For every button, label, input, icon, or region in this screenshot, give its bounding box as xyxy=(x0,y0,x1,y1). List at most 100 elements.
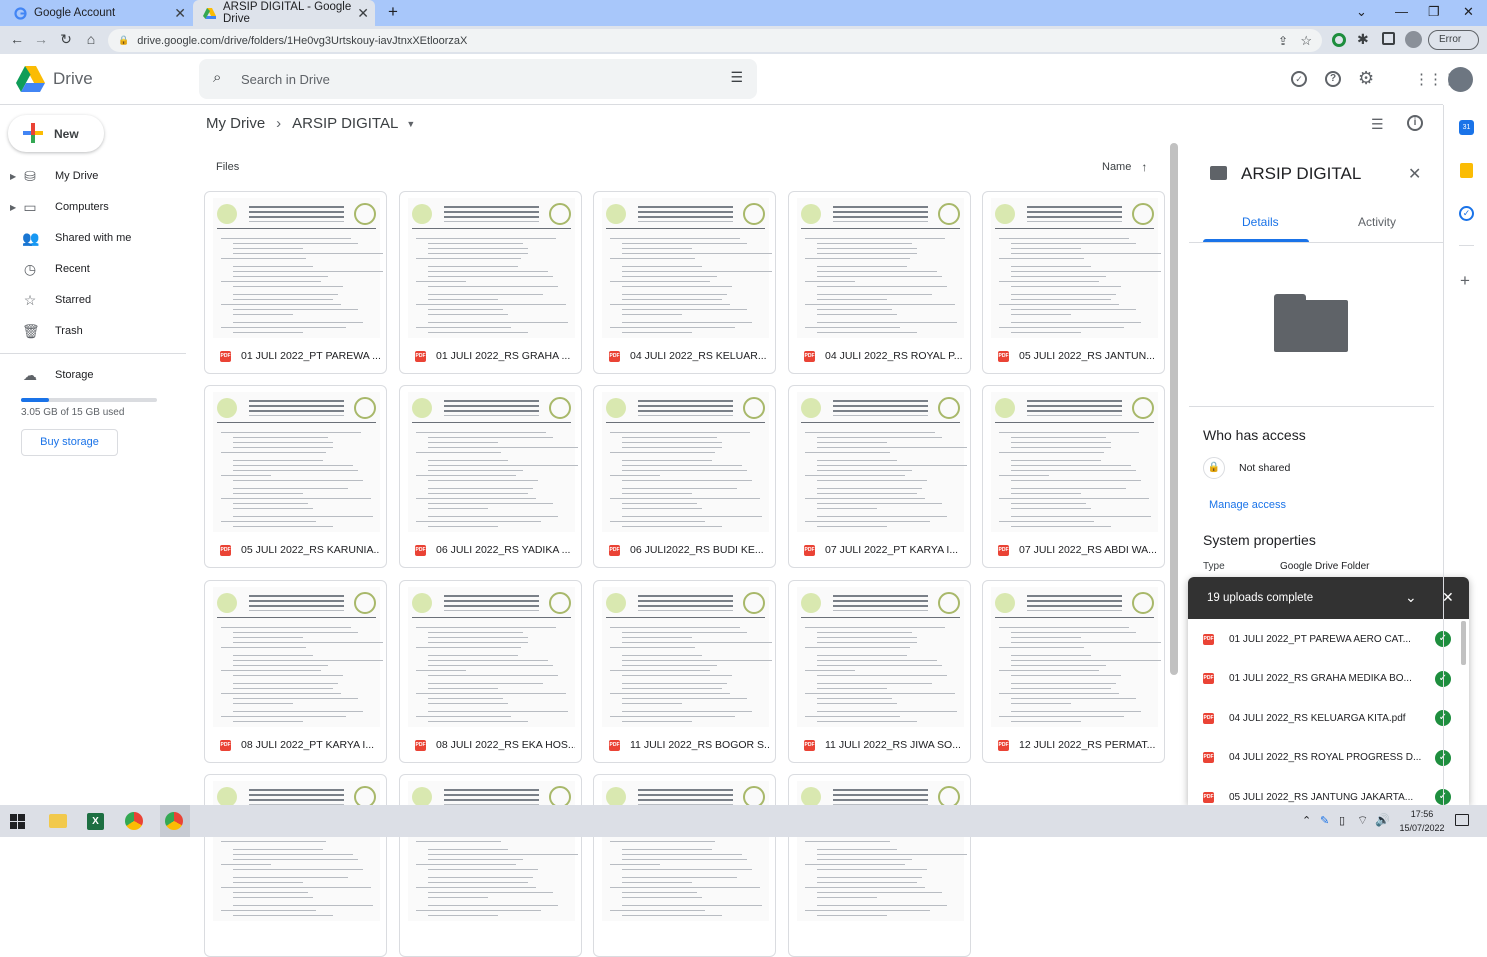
offline-ready-icon[interactable]: ✓ xyxy=(1291,71,1307,87)
file-card[interactable]: PDF 05 JULI 2022_RS JANTUN... xyxy=(982,191,1165,374)
file-explorer-icon[interactable] xyxy=(49,814,67,828)
home-icon[interactable]: ⌂ xyxy=(84,32,98,46)
windows-start-icon[interactable] xyxy=(10,814,25,832)
upload-item[interactable]: PDF 04 JULI 2022_RS KELUARGA KITA.pdf ✓ xyxy=(1188,698,1461,738)
extensions-puzzle-icon[interactable]: ✱ xyxy=(1357,31,1369,48)
buy-storage-button[interactable]: Buy storage xyxy=(21,429,118,456)
back-arrow-icon[interactable]: ← xyxy=(10,32,24,46)
upload-item[interactable]: PDF 01 JULI 2022_RS GRAHA MEDIKA BO... ✓ xyxy=(1188,659,1461,699)
new-tab-icon[interactable]: + xyxy=(388,2,398,22)
collapse-chevron-icon[interactable]: ⌄ xyxy=(1405,589,1417,606)
bookmark-star-icon[interactable]: ☆ xyxy=(1300,33,1312,49)
file-card[interactable]: PDF 12 JULI 2022_RS PERMAT... xyxy=(982,580,1165,763)
file-card[interactable]: PDF 07 JULI 2022_PT KARYA I... xyxy=(788,385,971,568)
file-card[interactable]: PDF 08 JULI 2022_PT KARYA I... xyxy=(204,580,387,763)
file-card[interactable]: PDF 11 JULI 2022_RS JIWA SO... xyxy=(788,580,971,763)
notifications-icon[interactable] xyxy=(1455,814,1469,826)
reload-icon[interactable]: ↻ xyxy=(59,32,73,46)
file-card[interactable] xyxy=(399,774,582,957)
drive-logo-icon[interactable] xyxy=(16,66,45,95)
sidebar-item-shared-with-me[interactable]: 👥 Shared with me xyxy=(0,224,186,252)
pdf-thumbnail xyxy=(602,781,769,921)
breadcrumb-my-drive[interactable]: My Drive xyxy=(206,115,265,132)
upload-item[interactable]: PDF 05 JULI 2022_RS JANTUNG JAKARTA... ✓ xyxy=(1188,777,1461,805)
sidebar-item-starred[interactable]: ☆ Starred xyxy=(0,286,186,314)
sidebar-item-recent[interactable]: ◷ Recent xyxy=(0,255,186,283)
tab-activity[interactable]: Activity xyxy=(1358,215,1396,229)
file-card[interactable]: PDF 01 JULI 2022_RS GRAHA ... xyxy=(399,191,582,374)
pdf-file-icon: PDF xyxy=(415,739,426,751)
sidebar-item-label: Recent xyxy=(55,263,90,275)
file-card[interactable]: PDF 05 JULI 2022_RS KARUNIA... xyxy=(204,385,387,568)
clock-date[interactable]: 15/07/2022 xyxy=(1394,823,1450,833)
close-tab-icon[interactable]: ✕ xyxy=(357,5,369,22)
address-bar[interactable]: 🔒 drive.google.com/drive/folders/1He0vg3… xyxy=(108,29,1322,52)
profile-avatar-icon[interactable] xyxy=(1405,31,1422,48)
details-title: ARSIP DIGITAL xyxy=(1241,164,1362,183)
expand-arrow-icon[interactable]: ▶ xyxy=(10,172,16,181)
sidebar-item-trash[interactable]: 🗑 Trash xyxy=(0,317,186,345)
sidebar-item-my-drive[interactable]: ▶ ⛁ My Drive xyxy=(0,162,186,190)
settings-gear-icon[interactable]: ⚙ xyxy=(1358,68,1374,89)
search-box[interactable]: ⌕ Search in Drive ☰ xyxy=(199,59,757,99)
folder-dropdown-icon[interactable]: ▼ xyxy=(406,119,415,129)
manage-access-link[interactable]: Manage access xyxy=(1209,499,1286,511)
upload-item[interactable]: PDF 01 JULI 2022_PT PAREWA AERO CAT... ✓ xyxy=(1188,619,1461,659)
file-name: PDF 05 JULI 2022_RS JANTUN... xyxy=(998,350,1158,362)
file-card[interactable] xyxy=(788,774,971,957)
sort-by-name-button[interactable]: Name ↑ xyxy=(1102,160,1147,174)
excel-icon[interactable]: X xyxy=(87,813,104,830)
tasks-icon[interactable]: ✓ xyxy=(1459,206,1474,221)
help-icon[interactable]: ? xyxy=(1325,71,1341,87)
file-card[interactable]: PDF 08 JULI 2022_RS EKA HOS... xyxy=(399,580,582,763)
extension-icon[interactable] xyxy=(1332,33,1346,47)
volume-icon[interactable]: 🔊 xyxy=(1375,813,1390,827)
file-card[interactable]: PDF 04 JULI 2022_RS ROYAL P... xyxy=(788,191,971,374)
minimize-window-icon[interactable]: — xyxy=(1395,4,1408,19)
account-avatar[interactable] xyxy=(1448,67,1473,92)
expand-arrow-icon[interactable]: ▶ xyxy=(10,203,16,212)
chrome-icon[interactable] xyxy=(165,812,183,830)
file-card[interactable] xyxy=(593,774,776,957)
upload-item[interactable]: PDF 04 JULI 2022_RS ROYAL PROGRESS D... ✓ xyxy=(1188,738,1461,778)
add-addon-icon[interactable]: + xyxy=(1460,271,1470,291)
info-icon[interactable]: i xyxy=(1407,115,1423,131)
wifi-icon[interactable]: ⌔ xyxy=(1357,813,1368,828)
tray-app-icon[interactable]: ✎ xyxy=(1320,814,1329,827)
file-card[interactable]: PDF 06 JULI2022_RS BUDI KE... xyxy=(593,385,776,568)
scrollbar[interactable] xyxy=(1170,143,1178,675)
side-panel-icon[interactable] xyxy=(1382,32,1395,45)
search-options-icon[interactable]: ☰ xyxy=(730,69,743,86)
tab-details[interactable]: Details xyxy=(1242,215,1279,229)
close-tab-icon[interactable]: ✕ xyxy=(174,5,186,22)
share-icon[interactable]: ⇪ xyxy=(1278,34,1288,48)
clock-time[interactable]: 17:56 xyxy=(1398,809,1446,819)
list-layout-icon[interactable]: ☰ xyxy=(1371,116,1384,133)
calendar-icon[interactable]: 31 xyxy=(1459,120,1474,135)
forward-arrow-icon[interactable]: → xyxy=(34,32,48,46)
close-details-icon[interactable]: ✕ xyxy=(1408,164,1421,184)
file-card[interactable] xyxy=(204,774,387,957)
sidebar-item-storage[interactable]: ☁ Storage xyxy=(0,361,186,389)
profile-error-button[interactable]: Error xyxy=(1428,30,1479,50)
sidebar-item-computers[interactable]: ▶ ▭ Computers xyxy=(0,193,186,221)
google-favicon-icon xyxy=(14,6,27,20)
restore-window-icon[interactable]: ❐ xyxy=(1428,4,1440,20)
chrome-icon[interactable] xyxy=(125,812,143,830)
file-name: PDF 12 JULI 2022_RS PERMAT... xyxy=(998,739,1158,751)
battery-icon[interactable]: ▯ xyxy=(1339,814,1345,827)
browser-tab-google-account[interactable]: Google Account ✕ xyxy=(4,0,192,26)
browser-tab-arsip-digital[interactable]: ARSIP DIGITAL - Google Drive ✕ xyxy=(193,0,375,26)
file-card[interactable]: PDF 04 JULI 2022_RS KELUAR... xyxy=(593,191,776,374)
new-button[interactable]: New xyxy=(8,115,104,152)
file-card[interactable]: PDF 01 JULI 2022_PT PAREWA ... xyxy=(204,191,387,374)
tab-search-chevron-icon[interactable]: ⌄ xyxy=(1356,4,1367,20)
breadcrumb-current-folder[interactable]: ARSIP DIGITAL xyxy=(292,115,398,132)
keep-icon[interactable] xyxy=(1460,163,1473,178)
file-card[interactable]: PDF 06 JULI 2022_RS YADIKA ... xyxy=(399,385,582,568)
file-card[interactable]: PDF 11 JULI 2022_RS BOGOR S... xyxy=(593,580,776,763)
search-input[interactable]: Search in Drive xyxy=(241,72,330,87)
show-hidden-icons-icon[interactable]: ⌃ xyxy=(1302,814,1311,827)
file-card[interactable]: PDF 07 JULI 2022_RS ABDI WA... xyxy=(982,385,1165,568)
close-window-icon[interactable]: ✕ xyxy=(1463,4,1474,20)
